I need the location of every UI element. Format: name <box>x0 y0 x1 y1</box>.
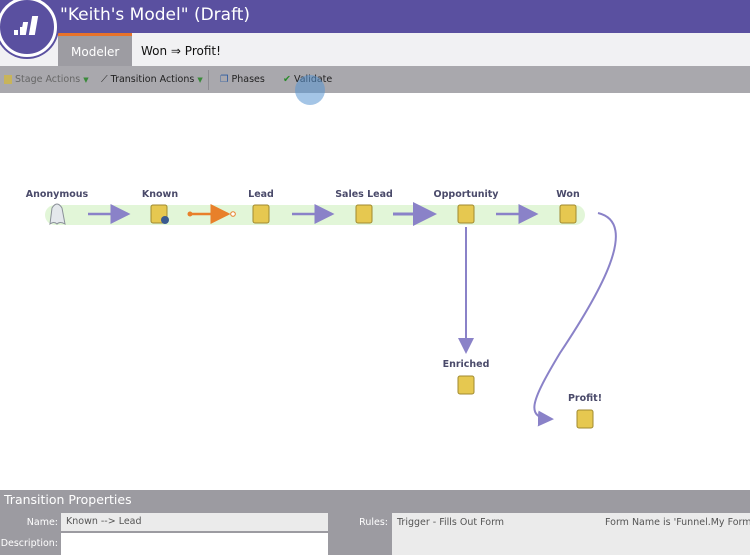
stage-label: Anonymous <box>26 189 89 200</box>
tab-modeler[interactable]: Modeler <box>58 33 133 66</box>
tab-bar: Modeler Won ⇒ Profit! <box>0 33 750 66</box>
tab-won-profit[interactable]: Won ⇒ Profit! <box>128 33 234 66</box>
dropdown-arrow-icon: ▼ <box>197 75 203 84</box>
transition-arrow[interactable] <box>533 212 617 427</box>
modeler-canvas[interactable]: Anonymous Known Lead Sales Lead Opportun… <box>0 93 750 490</box>
dropdown-arrow-icon: ▼ <box>83 75 89 84</box>
box-icon[interactable] <box>252 204 270 224</box>
transition-actions-menu[interactable]: ⟋ Transition Actions ▼ <box>101 74 203 85</box>
phases-button[interactable]: ❐ Phases <box>220 74 265 85</box>
header: "Keith's Model" (Draft) <box>0 0 750 33</box>
toolbar-divider <box>208 70 209 90</box>
description-label: Description: <box>0 538 58 549</box>
box-icon[interactable] <box>457 204 475 224</box>
box-icon[interactable] <box>355 204 373 224</box>
box-icon[interactable] <box>457 375 475 395</box>
marketo-logo[interactable] <box>0 0 57 57</box>
stage-label: Enriched <box>443 359 490 370</box>
rules-label: Rules: <box>359 517 388 528</box>
checkmark-icon: ✔ <box>283 74 291 85</box>
name-field[interactable]: Known --> Lead <box>61 513 328 531</box>
rule-constraint: Form Name is 'Funnel.My Form' <box>605 517 750 528</box>
box-icon[interactable] <box>559 204 577 224</box>
rules-box[interactable]: Trigger - Fills Out Form Form Name is 'F… <box>392 513 750 555</box>
stage-actions-menu[interactable]: Stage Actions ▼ <box>4 74 89 85</box>
name-label: Name: <box>26 517 58 528</box>
stage-label: Sales Lead <box>335 189 393 200</box>
panel-title: Transition Properties <box>4 492 132 507</box>
description-field[interactable] <box>61 533 328 555</box>
rule-trigger: Trigger - Fills Out Form <box>397 517 505 528</box>
phases-label: Phases <box>231 74 265 85</box>
box-icon <box>4 75 12 84</box>
stage-label: Known <box>142 189 178 200</box>
person-icon <box>161 216 169 224</box>
transition-actions-label: Transition Actions <box>110 74 195 85</box>
box-icon[interactable] <box>576 409 594 429</box>
stage-label: Opportunity <box>434 189 500 200</box>
stage-actions-label: Stage Actions <box>15 74 81 85</box>
stage-label: Profit! <box>568 393 602 404</box>
transition-properties-panel: Transition Properties Name: Known --> Le… <box>0 490 750 555</box>
transition-icon: ⟋ <box>101 74 108 85</box>
phases-icon: ❐ <box>220 74 229 85</box>
stage-label: Won <box>556 189 580 200</box>
toolbar: Stage Actions ▼ ⟋ Transition Actions ▼ ❐ Pha… <box>0 66 750 93</box>
stage-label: Lead <box>248 189 274 200</box>
model-title: "Keith's Model" (Draft) <box>60 5 251 25</box>
